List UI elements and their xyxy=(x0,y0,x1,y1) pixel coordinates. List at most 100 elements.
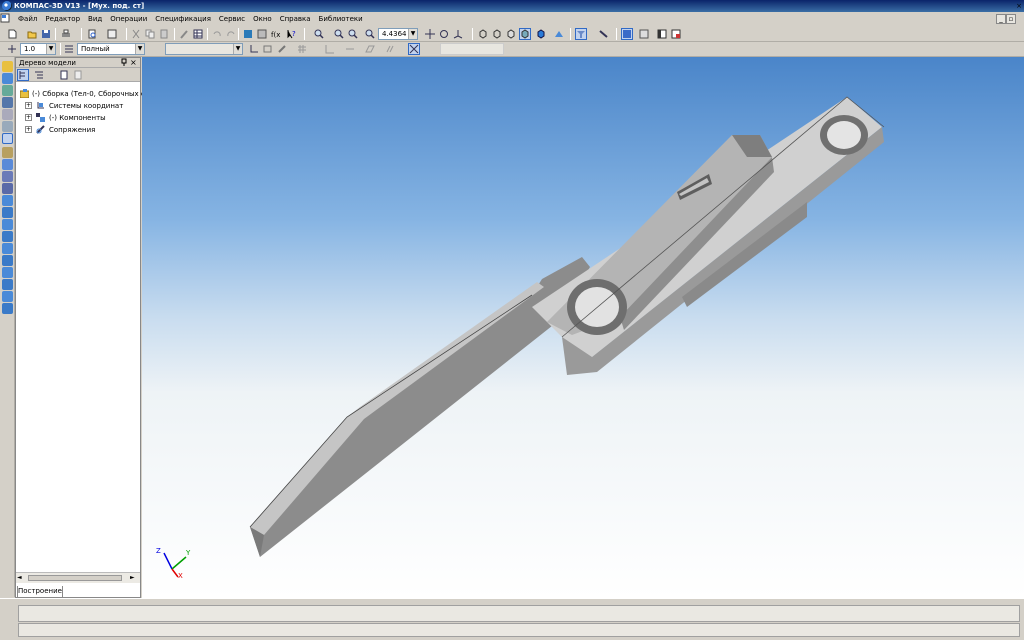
layer-field[interactable]: ▼ xyxy=(165,43,243,55)
open-file-icon[interactable] xyxy=(26,28,38,40)
library-manager-icon[interactable] xyxy=(670,28,682,40)
scroll-thumb[interactable] xyxy=(28,575,122,581)
properties-icon[interactable] xyxy=(106,28,118,40)
sketch-tools-icon[interactable] xyxy=(2,147,13,158)
expand-icon[interactable]: + xyxy=(25,102,32,109)
tree-order-icon[interactable] xyxy=(17,69,29,81)
sheet-metal-icon[interactable] xyxy=(2,219,13,230)
manager-icon[interactable] xyxy=(242,28,254,40)
table-icon[interactable] xyxy=(192,28,204,40)
filter-tools-icon[interactable] xyxy=(2,121,13,132)
undo-icon[interactable] xyxy=(211,28,223,40)
assembly-3d-model[interactable] xyxy=(142,57,1024,598)
tree-toggle-icon[interactable] xyxy=(621,28,633,40)
zoom-out-icon[interactable] xyxy=(347,28,359,40)
edit-icon[interactable] xyxy=(276,43,288,55)
zoom-value-field[interactable]: 4.4364 ▼ xyxy=(378,28,418,40)
zoom-scale-icon[interactable] xyxy=(364,28,376,40)
parallel-icon[interactable] xyxy=(384,43,396,55)
chevron-down-icon[interactable]: ▼ xyxy=(46,44,55,54)
help-cursor-icon[interactable]: ? xyxy=(286,28,298,40)
tree-structure-icon[interactable] xyxy=(33,69,45,81)
rotate-icon[interactable] xyxy=(438,28,450,40)
components-tools-icon[interactable] xyxy=(2,195,13,206)
step-icon[interactable] xyxy=(6,43,18,55)
plane-icon[interactable] xyxy=(364,43,376,55)
perspective-icon[interactable] xyxy=(553,28,565,40)
scroll-left-icon[interactable]: ◄ xyxy=(17,574,22,581)
chevron-down-icon[interactable]: ▼ xyxy=(135,44,144,54)
snap-icon[interactable] xyxy=(598,28,610,40)
grid-icon[interactable] xyxy=(296,43,308,55)
redo-icon[interactable] xyxy=(225,28,237,40)
function-icon[interactable]: f(x) xyxy=(270,28,283,40)
dimensions-icon[interactable] xyxy=(2,85,13,96)
mate-icon[interactable] xyxy=(2,159,13,170)
local-cs-icon[interactable] xyxy=(248,43,260,55)
measure-icon[interactable] xyxy=(2,97,13,108)
menu-libraries[interactable]: Библиотеки xyxy=(315,12,367,26)
spec-icon[interactable] xyxy=(2,171,13,182)
expand-icon[interactable]: + xyxy=(25,126,32,133)
chamfer-icon[interactable] xyxy=(2,291,13,302)
menu-editor[interactable]: Редактор xyxy=(41,12,84,26)
zoom-in-icon[interactable] xyxy=(333,28,345,40)
revolve-icon[interactable] xyxy=(2,243,13,254)
copy-icon[interactable] xyxy=(144,28,156,40)
hole-icon[interactable] xyxy=(2,303,13,314)
expand-icon[interactable]: + xyxy=(25,114,32,121)
fillet-icon[interactable] xyxy=(2,279,13,290)
menu-window[interactable]: Окно xyxy=(249,12,276,26)
format-brush-icon[interactable] xyxy=(178,28,190,40)
shaded-icon[interactable] xyxy=(519,28,531,40)
model-viewport[interactable]: Z Y X xyxy=(142,57,1024,598)
new-file-icon[interactable] xyxy=(6,28,18,40)
reports-icon[interactable] xyxy=(2,183,13,194)
round-icon[interactable] xyxy=(408,43,420,55)
loft-icon[interactable] xyxy=(2,267,13,278)
restore-button[interactable]: ▫ xyxy=(1006,14,1016,24)
constraints-panel-icon[interactable] xyxy=(2,133,13,144)
chevron-down-icon[interactable]: ▼ xyxy=(408,29,417,39)
save-icon[interactable] xyxy=(40,28,52,40)
hidden-lines-thin-icon[interactable] xyxy=(505,28,517,40)
tree-filter-icon[interactable] xyxy=(58,69,70,81)
ortho-icon[interactable] xyxy=(324,43,336,55)
paste-icon[interactable] xyxy=(158,28,170,40)
orientation-icon[interactable] xyxy=(452,28,464,40)
panel-icon[interactable] xyxy=(656,28,668,40)
parameters-icon[interactable] xyxy=(638,28,650,40)
style-icon[interactable] xyxy=(63,43,75,55)
menu-service[interactable]: Сервис xyxy=(215,12,249,26)
edit-assembly-icon[interactable] xyxy=(2,61,13,72)
sketch-icon[interactable] xyxy=(262,43,274,55)
menu-specification[interactable]: Спецификация xyxy=(151,12,215,26)
tree-list-icon[interactable] xyxy=(72,69,84,81)
sweep-icon[interactable] xyxy=(2,255,13,266)
filter-icon[interactable] xyxy=(575,28,587,40)
close-document-button[interactable]: × xyxy=(1014,2,1024,12)
tree-horizontal-scrollbar[interactable]: ◄ ► xyxy=(16,572,140,583)
minimize-button[interactable]: _ xyxy=(996,14,1006,24)
document-icon[interactable] xyxy=(0,13,14,25)
menu-view[interactable]: Вид xyxy=(84,12,106,26)
step-field[interactable]: 1.0 ▼ xyxy=(20,43,56,55)
extrude-icon[interactable] xyxy=(2,231,13,242)
cut-icon[interactable] xyxy=(130,28,142,40)
array-icon[interactable] xyxy=(2,109,13,120)
close-icon[interactable]: × xyxy=(130,58,137,68)
geometry-icon[interactable] xyxy=(2,73,13,84)
chevron-down-icon[interactable]: ▼ xyxy=(233,44,242,54)
variables-icon[interactable] xyxy=(256,28,268,40)
menu-help[interactable]: Справка xyxy=(276,12,315,26)
surfaces-icon[interactable] xyxy=(2,207,13,218)
menu-operations[interactable]: Операции xyxy=(106,12,151,26)
wireframe-icon[interactable] xyxy=(477,28,489,40)
pan-icon[interactable] xyxy=(424,28,436,40)
tab-construction[interactable]: Построение xyxy=(17,586,63,598)
zoom-window-icon[interactable] xyxy=(313,28,325,40)
style-field[interactable]: Полный ▼ xyxy=(77,43,145,55)
snap-mode-icon[interactable] xyxy=(344,43,356,55)
shaded-edges-icon[interactable] xyxy=(535,28,547,40)
scroll-right-icon[interactable]: ► xyxy=(130,574,135,581)
